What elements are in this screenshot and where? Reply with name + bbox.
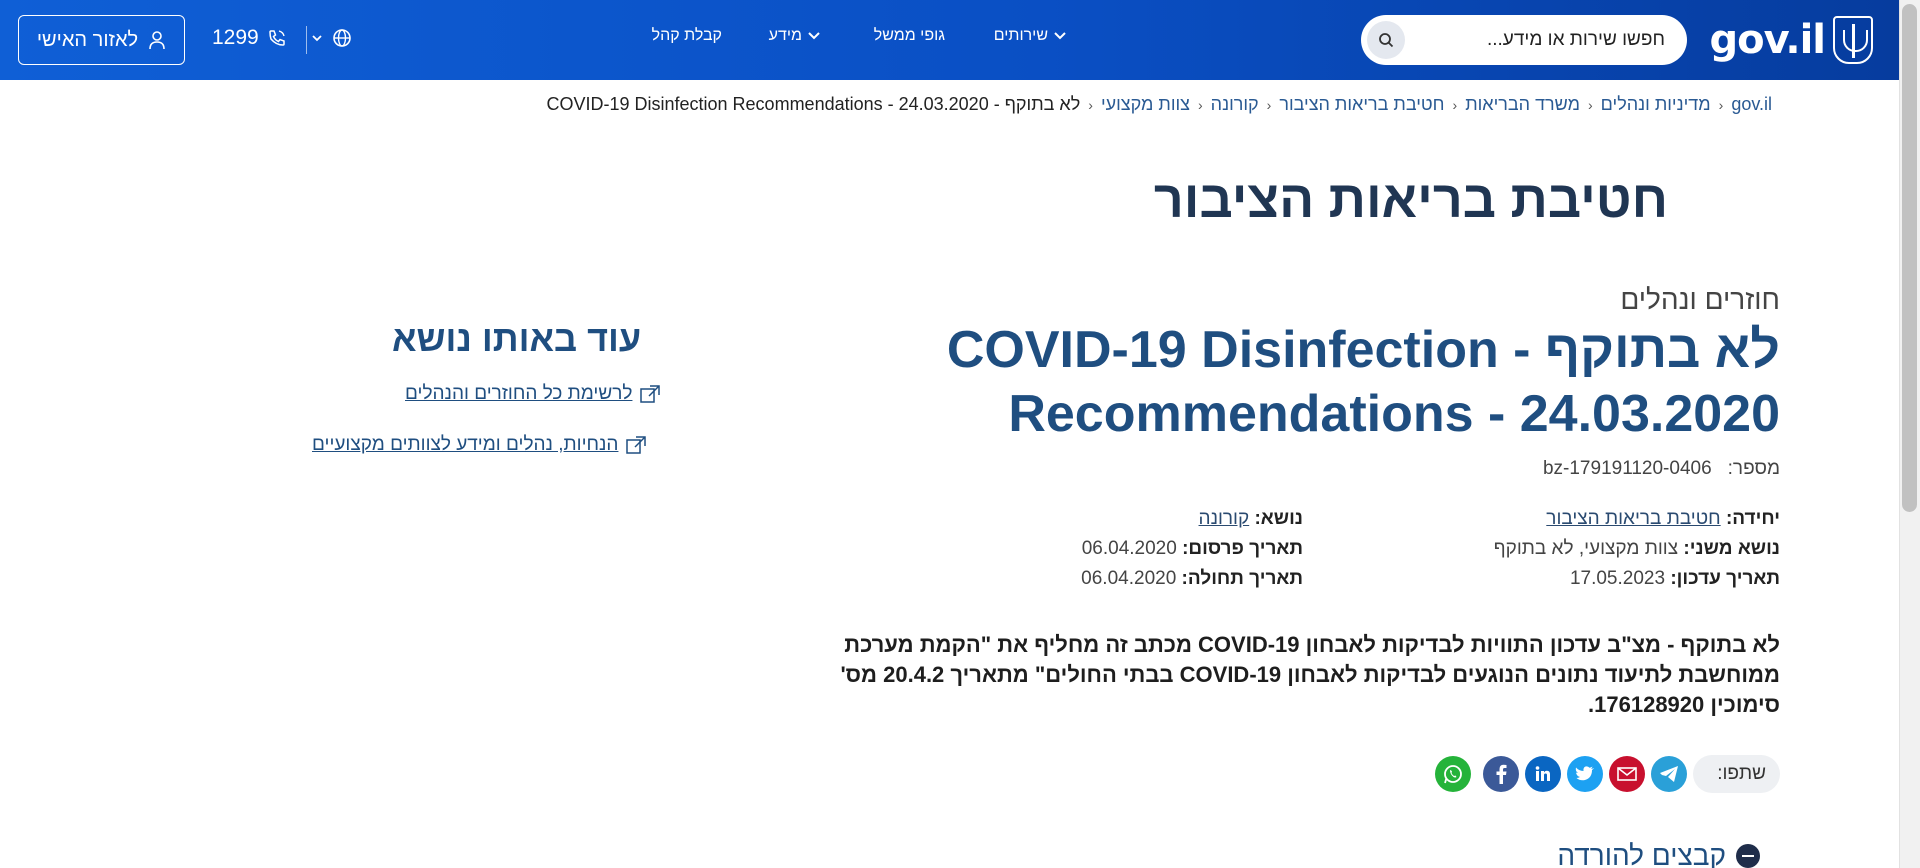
- search-input[interactable]: [1415, 29, 1665, 51]
- search-button[interactable]: [1367, 21, 1405, 59]
- unit-title: חטיבת בריאות הציבור: [1153, 171, 1668, 229]
- chevron-left-icon: ‹: [1718, 96, 1724, 113]
- nav-gov-bodies-label: גופי ממשל: [873, 27, 945, 44]
- chevron-down-icon: [312, 34, 322, 41]
- twitter-icon: [1575, 766, 1595, 781]
- meta-effective-label: תאריך תחולה:: [1181, 568, 1303, 589]
- search-icon: [1379, 33, 1394, 48]
- meta-updated-value: 17.05.2023: [1569, 568, 1666, 589]
- nav-info[interactable]: מידע: [769, 27, 820, 45]
- collapse-icon: [1736, 844, 1760, 868]
- chevron-down-icon: [808, 32, 820, 40]
- document-summary: לא בתוקף - מצ"ב עדכון התוויות לבדיקות לא…: [840, 632, 1780, 717]
- breadcrumb-policies[interactable]: מדיניות ונהלים: [1601, 94, 1711, 115]
- chevron-down-icon: [1054, 32, 1066, 40]
- document-title: לא בתוקף - COVID-19 Disinfection Recomme…: [946, 321, 1780, 443]
- facebook-icon: [1496, 764, 1507, 784]
- document-number-row: מספר: bz-179191120-0406: [1543, 458, 1780, 480]
- share-bar: שתפו:: [1435, 754, 1780, 794]
- telegram-icon: [1660, 766, 1679, 782]
- linkedin-icon: [1535, 766, 1551, 781]
- chevron-left-icon: ‹: [1197, 96, 1203, 113]
- chevron-left-icon: ‹: [1088, 96, 1093, 113]
- nav-reception-label: קבלת קהל: [651, 27, 722, 44]
- meta-subtopic-row: נושא משני: צוות מקצועי, לא בתוקף: [1480, 534, 1780, 564]
- meta-subtopic-value: צוות מקצועי, לא בתוקף: [1493, 538, 1679, 559]
- nav-gov-bodies[interactable]: גופי ממשל: [874, 27, 945, 45]
- user-icon: [149, 31, 165, 50]
- govil-logo[interactable]: gov.il: [1709, 14, 1873, 66]
- email-share-button[interactable]: [1609, 756, 1646, 792]
- twitter-share-button[interactable]: [1567, 756, 1604, 792]
- related-link-all-circulars-label: לרשימת כל החוזרים והנהלים: [405, 383, 633, 404]
- document-number-label: מספר:: [1727, 458, 1780, 479]
- menorah-emblem-icon: [1833, 16, 1873, 64]
- meta-updated-row: תאריך עדכון: 17.05.2023: [1480, 564, 1780, 594]
- nav-reception[interactable]: קבלת קהל: [652, 27, 722, 45]
- chevron-left-icon: ‹: [1588, 96, 1593, 113]
- document-number: bz-179191120-0406: [1542, 458, 1712, 479]
- breadcrumb-corona[interactable]: קורונה: [1211, 94, 1259, 115]
- meta-published-value: 06.04.2020: [1081, 538, 1177, 559]
- breadcrumb-professional-staff[interactable]: צוות מקצועי: [1101, 94, 1190, 115]
- globe-icon: [333, 29, 351, 47]
- search-box: [1361, 15, 1687, 65]
- page-scrollbar[interactable]: [1899, 0, 1920, 868]
- nav-services-label: שירותים: [993, 27, 1048, 44]
- related-link-professional-guidelines-label: הנחיות, נהלים ומידע לצוותים מקצועיים: [312, 434, 619, 455]
- header-divider: [306, 26, 307, 54]
- chevron-left-icon: ‹: [1452, 96, 1458, 113]
- meta-topic-row: נושא: קורונה: [1053, 504, 1303, 534]
- whatsapp-icon: [1444, 765, 1463, 784]
- breadcrumb-ministry[interactable]: משרד הבריאות: [1465, 94, 1580, 115]
- related-link-all-circulars[interactable]: לרשימת כל החוזרים והנהלים: [405, 383, 661, 405]
- breadcrumb: gov.il ‹ מדיניות ונהלים ‹ משרד הבריאות ‹…: [546, 94, 1772, 115]
- meta-unit-row: יחידה: חטיבת בריאות הציבור: [1480, 504, 1780, 534]
- linkedin-share-button[interactable]: [1525, 756, 1562, 792]
- meta-column-left: נושא: קורונה תאריך פרסום: 06.04.2020 תאר…: [1053, 504, 1303, 594]
- language-selector[interactable]: [312, 28, 352, 48]
- meta-subtopic-label: נושא משני:: [1683, 538, 1780, 559]
- meta-topic-link[interactable]: קורונה: [1199, 508, 1250, 529]
- meta-unit-label: יחידה:: [1725, 508, 1780, 529]
- phone-icon: [268, 30, 285, 46]
- scrollbar-thumb[interactable]: [1902, 4, 1917, 512]
- whatsapp-share-button[interactable]: [1435, 756, 1472, 792]
- personal-area-button[interactable]: לאזור האישי: [18, 15, 185, 65]
- email-icon: [1617, 767, 1637, 781]
- phone-link[interactable]: 1299: [212, 26, 287, 50]
- breadcrumb-current: לא בתוקף - COVID-19 Disinfection Recomme…: [546, 94, 1081, 114]
- meta-published-row: תאריך פרסום: 06.04.2020: [1053, 534, 1303, 564]
- facebook-share-button[interactable]: [1483, 756, 1520, 792]
- phone-number: 1299: [212, 26, 259, 49]
- personal-area-label: לאזור האישי: [36, 28, 139, 51]
- meta-unit-link[interactable]: חטיבת בריאות הציבור: [1546, 508, 1720, 529]
- download-section-label: קבצים להורדה: [1557, 840, 1726, 868]
- meta-published-label: תאריך פרסום:: [1182, 538, 1303, 559]
- meta-column-right: יחידה: חטיבת בריאות הציבור נושא משני: צו…: [1480, 504, 1780, 594]
- meta-effective-row: תאריך תחולה: 06.04.2020: [1053, 564, 1303, 594]
- share-label: שתפו:: [1693, 755, 1780, 793]
- telegram-share-button[interactable]: [1651, 756, 1688, 792]
- nav-info-label: מידע: [768, 27, 802, 44]
- download-section-toggle[interactable]: קבצים להורדה: [1557, 840, 1760, 868]
- meta-updated-label: תאריך עדכון:: [1670, 568, 1780, 589]
- external-link-icon: [626, 436, 647, 454]
- document-category: חוזרים ונהלים: [1620, 284, 1780, 315]
- related-title: עוד באותו נושא: [392, 318, 642, 359]
- top-header: gov.il שירותים גופי ממשל מידע קבלת קהל 1…: [0, 0, 1899, 80]
- logo-text: gov.il: [1709, 17, 1826, 63]
- external-link-icon: [640, 385, 661, 403]
- nav-services[interactable]: שירותים: [994, 27, 1066, 45]
- breadcrumb-home[interactable]: gov.il: [1731, 94, 1772, 115]
- related-link-professional-guidelines[interactable]: הנחיות, נהלים ומידע לצוותים מקצועיים: [312, 434, 647, 456]
- meta-topic-label: נושא:: [1254, 508, 1303, 529]
- chevron-left-icon: ‹: [1266, 96, 1272, 113]
- meta-effective-value: 06.04.2020: [1081, 568, 1177, 589]
- breadcrumb-division[interactable]: חטיבת בריאות הציבור: [1279, 94, 1444, 115]
